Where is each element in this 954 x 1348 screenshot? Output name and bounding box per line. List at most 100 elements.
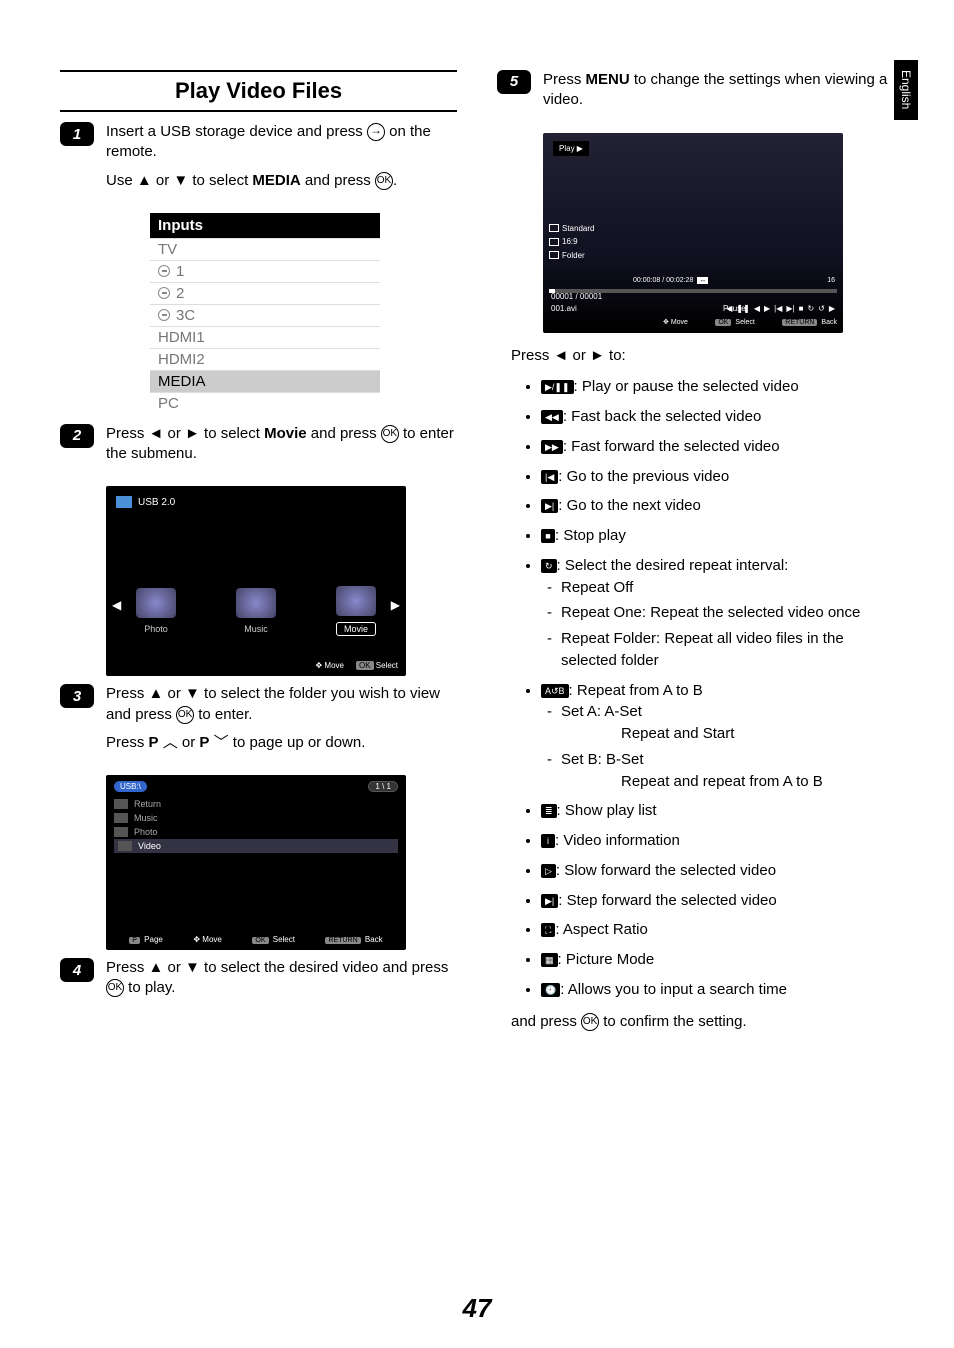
step-3-text: Press ▲ or ▼ to select the folder you wi… <box>106 684 457 725</box>
inputs-row: 1 <box>150 260 380 282</box>
search-time-icon: 🕘 <box>541 983 560 997</box>
hint-move: ✥ Move <box>315 661 344 670</box>
press-to-heading: Press ◄ or ► to: <box>511 345 894 367</box>
ok-icon: OK <box>375 172 393 190</box>
control-item: ▶/❚❚: Play or pause the selected video <box>541 376 894 398</box>
step-3-text-b: Press P ︿ or P ﹀ to page up or down. <box>106 733 457 753</box>
step-1-text: Insert a USB storage device and press on… <box>106 122 457 163</box>
hint-select: OK Select <box>252 935 295 944</box>
control-item: 🕘: Allows you to input a search time <box>541 979 894 1001</box>
tag-standard: Standard <box>549 223 594 235</box>
step-2-badge: 2 <box>60 424 94 448</box>
step-5-text: Press MENU to change the settings when v… <box>543 70 894 111</box>
fast-forward-icon: ▶▶ <box>541 440 563 454</box>
hint-move: ✥ Move <box>663 318 688 328</box>
page-down-icon: ﹀ <box>214 734 229 751</box>
step-4-badge: 4 <box>60 958 94 982</box>
folder-browser-mock: USB:\ 1 \ 1 Return Music Photo Video P P… <box>106 775 406 950</box>
fast-back-icon: ◀◀ <box>541 410 563 424</box>
playlist-icon: ≣ <box>541 804 557 818</box>
previous-icon: |◀ <box>541 470 558 484</box>
usb-icon <box>116 496 132 508</box>
page-pill: 1 \ 1 <box>368 781 398 792</box>
inputs-row: HDMI1 <box>150 326 380 348</box>
av-icon <box>158 309 170 321</box>
language-tab: English <box>894 60 918 120</box>
step-2-text: Press ◄ or ► to select Movie and press O… <box>106 424 457 465</box>
pause-label: Pause <box>723 303 746 315</box>
tag-folder: Folder <box>549 250 594 262</box>
step-5-badge: 5 <box>497 70 531 94</box>
repeat-icon: ↻ <box>541 559 557 573</box>
hint-select: OK Select <box>715 318 755 328</box>
inputs-row: TV <box>150 238 380 260</box>
ok-icon: OK <box>581 1013 599 1031</box>
source-icon <box>367 123 385 141</box>
cat-music: Music <box>236 588 276 634</box>
cat-movie-selected: Movie <box>336 586 376 636</box>
play-indicator: Play ▶ <box>553 141 589 157</box>
tag-aspect: 16:9 <box>549 236 594 248</box>
step-4-text: Press ▲ or ▼ to select the desired video… <box>106 958 457 999</box>
inputs-row: 2 <box>150 282 380 304</box>
repeat-ab-icon: A↺B <box>541 684 569 698</box>
folder-icon <box>114 799 128 809</box>
play-pause-icon: ▶/❚❚ <box>541 380 574 394</box>
ok-icon: OK <box>381 425 399 443</box>
step-1-text-b: Use ▲ or ▼ to select MEDIA and press OK. <box>106 171 457 191</box>
control-item: |◀: Go to the previous video <box>541 466 894 488</box>
av-icon <box>158 287 170 299</box>
section-title: Play Video Files <box>60 70 457 112</box>
time-display: 00:00:08 / 00:02:28 ↔ <box>633 276 708 286</box>
confirm-text: and press OK to confirm the setting. <box>511 1011 894 1033</box>
slow-forward-icon: ▷ <box>541 864 556 878</box>
repeat-sub: Repeat One: Repeat the selected video on… <box>561 602 894 624</box>
ok-icon: OK <box>106 979 124 997</box>
control-item: ▦: Picture Mode <box>541 949 894 971</box>
ok-icon: OK <box>176 706 194 724</box>
folder-icon <box>118 841 132 851</box>
inputs-header: Inputs <box>150 213 380 238</box>
control-item: ≣: Show play list <box>541 800 894 822</box>
aspect-ratio-icon: ⛶ <box>541 923 555 937</box>
control-item: A↺B: Repeat from A to B Set A: A-Set Rep… <box>541 680 894 793</box>
usb-label: USB 2.0 <box>138 497 175 508</box>
page-up-icon: ︿ <box>163 734 178 751</box>
media-browser-mock: USB 2.0 ◀▶ Photo Music Movie ✥ Move OK S… <box>106 486 406 676</box>
step-forward-icon: ▶| <box>541 894 558 908</box>
step-3-badge: 3 <box>60 684 94 708</box>
page-number: 47 <box>0 1293 954 1324</box>
list-item: Photo <box>114 825 398 839</box>
control-item: ◀◀: Fast back the selected video <box>541 406 894 428</box>
stop-icon: ■ <box>541 529 555 543</box>
ab-sub: Set B: B-Set Repeat and repeat from A to… <box>561 749 894 793</box>
folder-icon <box>114 827 128 837</box>
inputs-row: 3C <box>150 304 380 326</box>
hint-select: OK Select <box>356 661 398 670</box>
control-item: ▶▶: Fast forward the selected video <box>541 436 894 458</box>
repeat-sub: Repeat Off <box>561 577 894 599</box>
control-item: ■: Stop play <box>541 525 894 547</box>
step-1-badge: 1 <box>60 122 94 146</box>
list-item-selected: Video <box>114 839 398 853</box>
hint-page: P Page <box>129 935 163 944</box>
inputs-row: PC <box>150 392 380 414</box>
control-item: ▶|: Step forward the selected video <box>541 890 894 912</box>
folder-icon <box>114 813 128 823</box>
control-item: ▷: Slow forward the selected video <box>541 860 894 882</box>
file-info: 00001 / 00001 001.avi <box>551 291 602 314</box>
control-item: ▶|: Go to the next video <box>541 495 894 517</box>
list-item: Return <box>114 797 398 811</box>
hint-back: RETURN Back <box>782 318 837 328</box>
control-item: i: Video information <box>541 830 894 852</box>
hint-move: ✥ Move <box>193 935 222 944</box>
video-player-mock: Play ▶ Standard 16:9 Folder 00:00:08 / 0… <box>543 133 843 333</box>
hint-back: RETURN Back <box>325 935 382 944</box>
inputs-row: HDMI2 <box>150 348 380 370</box>
ab-sub: Set A: A-Set Repeat and Start <box>561 701 894 745</box>
cat-photo: Photo <box>136 588 176 634</box>
breadcrumb: USB:\ <box>114 781 147 792</box>
language-tab-label: English <box>899 70 913 109</box>
picture-mode-icon: ▦ <box>541 953 558 967</box>
av-icon <box>158 265 170 277</box>
